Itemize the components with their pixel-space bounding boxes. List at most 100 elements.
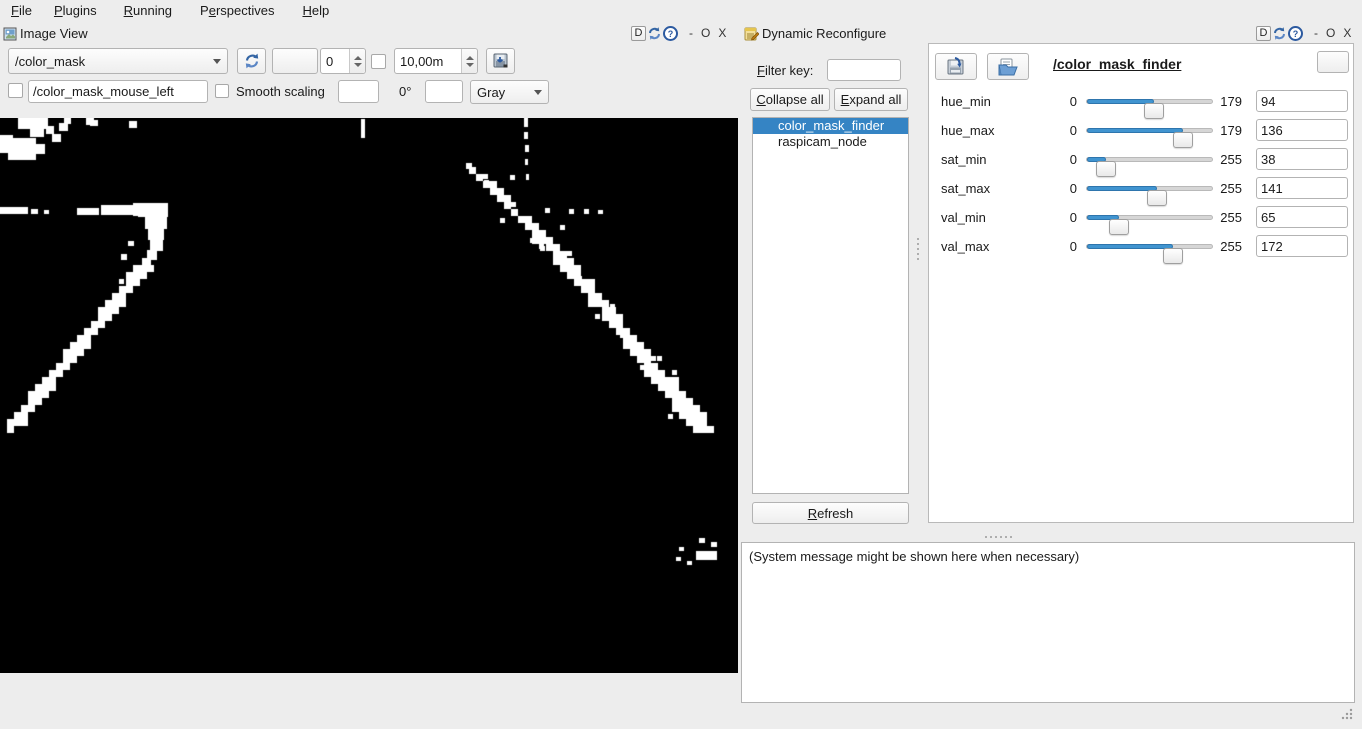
max-range-value: 10,00m bbox=[395, 54, 461, 69]
dock-help-icon[interactable]: ? bbox=[663, 26, 678, 41]
spin-arrows[interactable] bbox=[349, 49, 365, 73]
mouse-topic-input[interactable]: /color_mask_mouse_left bbox=[28, 80, 208, 103]
dock-restore-button[interactable]: O bbox=[697, 26, 714, 40]
dynamic-reconfigure-icon bbox=[744, 26, 759, 41]
reconfigure-title: Dynamic Reconfigure bbox=[762, 26, 886, 41]
save-image-icon bbox=[492, 52, 510, 70]
expand-all-button[interactable]: Expand all bbox=[834, 88, 908, 111]
param-min: 0 bbox=[1057, 152, 1077, 167]
system-message-text: (System message might be shown here when… bbox=[749, 549, 1079, 564]
dock-minimize-button[interactable]: - bbox=[685, 26, 697, 40]
blank-input-2[interactable] bbox=[425, 80, 463, 103]
param-max: 255 bbox=[1212, 181, 1242, 196]
dock-reload-icon[interactable] bbox=[1271, 26, 1288, 41]
param-label: val_max bbox=[941, 239, 989, 254]
param-slider-track[interactable] bbox=[1086, 244, 1213, 249]
open-file-icon bbox=[997, 57, 1019, 77]
param-slider-track[interactable] bbox=[1086, 215, 1213, 220]
menu-plugins[interactable]: Plugins bbox=[43, 1, 108, 21]
blank-button[interactable] bbox=[272, 48, 318, 74]
image-topic-combo[interactable]: /color_mask bbox=[8, 48, 228, 74]
param-max: 179 bbox=[1212, 94, 1242, 109]
param-row: val_max 0 255 172 bbox=[929, 232, 1353, 261]
filter-key-input[interactable] bbox=[827, 59, 901, 81]
max-range-spinbox[interactable]: 10,00m bbox=[394, 48, 478, 74]
spin-arrows[interactable] bbox=[461, 49, 477, 73]
node-tree: color_mask_finderraspicam_node bbox=[752, 117, 909, 494]
colormap-combo[interactable]: Gray bbox=[470, 80, 549, 104]
refresh-nodes-button[interactable]: Refresh bbox=[752, 502, 909, 524]
save-image-button[interactable] bbox=[486, 48, 515, 74]
dock-reload-icon[interactable] bbox=[646, 26, 663, 41]
param-slider-fill bbox=[1087, 128, 1183, 133]
publish-mouse-checkbox[interactable] bbox=[8, 83, 23, 98]
dock-d-button[interactable]: D bbox=[1256, 26, 1271, 41]
dock-close-button[interactable]: X bbox=[714, 26, 730, 40]
dock-d-button[interactable]: D bbox=[631, 26, 646, 41]
rqt-main-window: FilePluginsRunning Perspectives Help Image… bbox=[0, 0, 1362, 729]
param-slider-fill bbox=[1087, 186, 1157, 191]
node-item-raspicam_node[interactable]: raspicam_node bbox=[753, 134, 908, 150]
param-slider-track[interactable] bbox=[1086, 157, 1213, 162]
dock-restore-button[interactable]: O bbox=[1322, 26, 1339, 40]
node-title: /color_mask_finder bbox=[1053, 56, 1181, 72]
image-view-titlebar: Image View bbox=[3, 25, 88, 42]
close-node-button[interactable] bbox=[1317, 51, 1349, 73]
zoom-value: 0 bbox=[321, 54, 349, 69]
save-to-file-icon bbox=[945, 57, 967, 77]
param-max: 255 bbox=[1212, 152, 1242, 167]
refresh-topics-button[interactable] bbox=[237, 48, 266, 74]
image-view-icon bbox=[3, 27, 17, 41]
resize-grip[interactable] bbox=[1340, 707, 1354, 721]
mouse-topic-value: /color_mask_mouse_left bbox=[33, 84, 174, 99]
param-value-input[interactable]: 65 bbox=[1256, 206, 1348, 228]
param-row: hue_max 0 179 136 bbox=[929, 116, 1353, 145]
param-min: 0 bbox=[1057, 210, 1077, 225]
dock-close-button[interactable]: X bbox=[1339, 26, 1355, 40]
menu-help[interactable]: Help bbox=[291, 1, 340, 21]
svg-text:?: ? bbox=[668, 29, 674, 39]
menu-perspectives[interactable]: Perspectives bbox=[189, 1, 285, 21]
collapse-all-button[interactable]: Collapse all bbox=[750, 88, 830, 111]
param-value-input[interactable]: 172 bbox=[1256, 235, 1348, 257]
image-view-dock-buttons: D ? - O X bbox=[631, 24, 730, 42]
blank-input-1[interactable] bbox=[338, 80, 379, 103]
param-value-input[interactable]: 38 bbox=[1256, 148, 1348, 170]
param-max: 255 bbox=[1212, 239, 1242, 254]
load-params-button[interactable] bbox=[987, 53, 1029, 80]
param-min: 0 bbox=[1057, 239, 1077, 254]
image-topic-value: /color_mask bbox=[15, 54, 85, 69]
horizontal-splitter[interactable] bbox=[985, 536, 1012, 538]
param-slider-track[interactable] bbox=[1086, 186, 1213, 191]
param-slider-track[interactable] bbox=[1086, 128, 1213, 133]
param-label: sat_min bbox=[941, 152, 987, 167]
dynamic-range-checkbox[interactable] bbox=[371, 54, 386, 69]
param-max: 255 bbox=[1212, 210, 1242, 225]
colormap-value: Gray bbox=[477, 85, 505, 100]
param-value-input[interactable]: 136 bbox=[1256, 119, 1348, 141]
menu-file[interactable]: File bbox=[0, 1, 43, 21]
menu-running[interactable]: Running bbox=[113, 1, 183, 21]
param-slider-handle[interactable] bbox=[1163, 248, 1183, 264]
system-message-box[interactable]: (System message might be shown here when… bbox=[741, 542, 1355, 703]
save-params-button[interactable] bbox=[935, 53, 977, 80]
param-value-input[interactable]: 141 bbox=[1256, 177, 1348, 199]
image-view-title: Image View bbox=[20, 26, 88, 41]
vertical-splitter[interactable] bbox=[917, 238, 919, 260]
chevron-down-icon bbox=[534, 90, 542, 95]
node-item-color_mask_finder[interactable]: color_mask_finder bbox=[753, 118, 908, 134]
param-label: hue_max bbox=[941, 123, 994, 138]
chevron-down-icon bbox=[213, 59, 221, 64]
param-value-input[interactable]: 94 bbox=[1256, 90, 1348, 112]
param-max: 179 bbox=[1212, 123, 1242, 138]
zoom-spinbox[interactable]: 0 bbox=[320, 48, 366, 74]
dock-help-icon[interactable]: ? bbox=[1288, 26, 1303, 41]
parameter-panel: /color_mask_finder hue_min 0 179 94 hue_… bbox=[928, 43, 1354, 523]
dock-minimize-button[interactable]: - bbox=[1310, 26, 1322, 40]
param-slider-track[interactable] bbox=[1086, 99, 1213, 104]
param-row: val_min 0 255 65 bbox=[929, 203, 1353, 232]
param-label: val_min bbox=[941, 210, 986, 225]
image-view-canvas[interactable] bbox=[0, 118, 738, 673]
smooth-scaling-checkbox[interactable] bbox=[215, 84, 229, 98]
reconfigure-titlebar: Dynamic Reconfigure bbox=[744, 25, 886, 42]
